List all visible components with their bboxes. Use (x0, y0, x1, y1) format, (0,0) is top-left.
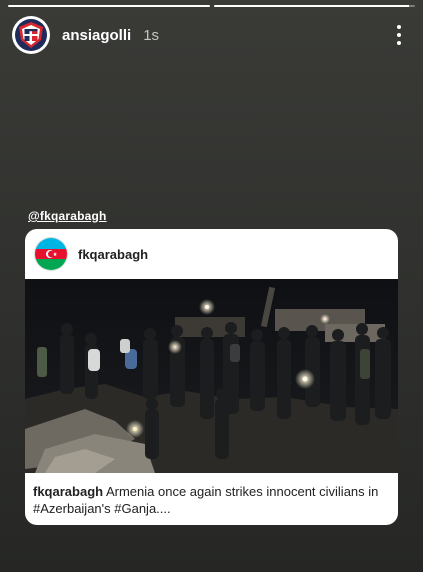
story-header: ansiagolli 1s (12, 15, 411, 55)
progress-segment (8, 5, 210, 7)
azerbaijan-flag-logo-icon (35, 238, 67, 270)
story-viewer[interactable]: ansiagolli 1s @fkqarabagh fkqarabagh fkq… (0, 0, 423, 572)
caption-username[interactable]: fkqarabagh (33, 484, 103, 499)
more-vertical-icon[interactable] (389, 22, 409, 48)
progress-segment (213, 5, 415, 7)
story-username[interactable]: ansiagolli (62, 27, 131, 44)
shared-post-image[interactable] (25, 279, 398, 473)
story-progress (8, 5, 415, 8)
story-timestamp: 1s (143, 26, 160, 44)
club-logo-icon (15, 19, 47, 51)
shared-post-caption: fkqarabagh Armenia once again strikes in… (33, 483, 388, 517)
shared-post-card[interactable]: fkqarabagh fkqarabagh Armenia once again… (25, 229, 398, 525)
avatar[interactable] (12, 16, 50, 54)
mention-sticker[interactable]: @fkqarabagh (28, 209, 107, 223)
shared-post-header: fkqarabagh (25, 229, 398, 279)
shared-post-avatar (34, 237, 68, 271)
shared-post-username[interactable]: fkqarabagh (78, 247, 148, 262)
